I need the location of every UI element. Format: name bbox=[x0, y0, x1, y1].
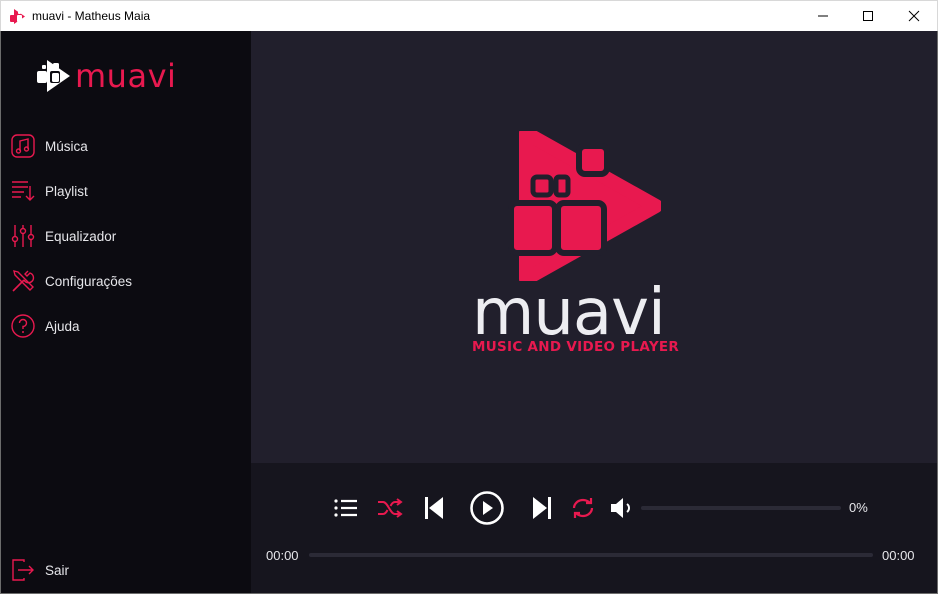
sidebar-item-label: Equalizador bbox=[45, 228, 117, 244]
time-total: 00:00 bbox=[882, 548, 915, 563]
logo-tagline: MUSIC AND VIDEO PLAYER bbox=[472, 339, 680, 355]
sidebar-item-configuracoes[interactable]: Configurações bbox=[10, 266, 245, 296]
sidebar-item-playlist[interactable]: Playlist bbox=[10, 176, 245, 206]
main-view: muavi MUSIC AND VIDEO PLAYER bbox=[251, 31, 937, 463]
title-bar: muavi - Matheus Maia bbox=[0, 0, 938, 31]
shuffle-button[interactable] bbox=[375, 493, 405, 523]
sidebar-item-ajuda[interactable]: Ajuda bbox=[10, 311, 245, 341]
equalizer-icon bbox=[10, 223, 36, 249]
volume-slider[interactable] bbox=[641, 506, 841, 510]
previous-button[interactable] bbox=[419, 493, 449, 523]
sidebar-item-label: Música bbox=[45, 138, 88, 154]
music-note-icon bbox=[10, 133, 36, 159]
brand-logo-icon bbox=[37, 60, 70, 92]
sidebar-item-equalizador[interactable]: Equalizador bbox=[10, 221, 245, 251]
next-button[interactable] bbox=[527, 493, 557, 523]
sidebar-item-label: Sair bbox=[45, 562, 70, 578]
minimize-icon bbox=[818, 15, 828, 17]
sidebar-item-label: Playlist bbox=[45, 183, 88, 199]
sidebar: muavi Música Playlist Equalizador Config… bbox=[1, 31, 251, 593]
brand-name: muavi bbox=[75, 57, 177, 95]
player-controls: 0% 00:00 00:00 bbox=[251, 463, 937, 593]
settings-tools-icon bbox=[10, 268, 36, 294]
sidebar-item-musica[interactable]: Música bbox=[10, 131, 245, 161]
playlist-icon bbox=[10, 178, 36, 204]
help-icon bbox=[10, 313, 36, 339]
logo-wordmark: muavi bbox=[472, 276, 666, 350]
repeat-button[interactable] bbox=[568, 493, 598, 523]
window-title: muavi - Matheus Maia bbox=[32, 9, 151, 23]
volume-percent: 0% bbox=[849, 500, 868, 515]
sidebar-item-label: Configurações bbox=[45, 273, 133, 289]
sidebar-item-sair[interactable]: Sair bbox=[10, 555, 245, 585]
playlist-toggle-button[interactable] bbox=[331, 493, 361, 523]
volume-button[interactable] bbox=[607, 493, 637, 523]
time-current: 00:00 bbox=[266, 548, 299, 563]
play-icon bbox=[470, 491, 504, 525]
brand: muavi bbox=[37, 56, 176, 96]
volume-icon bbox=[611, 498, 630, 518]
minimize-button[interactable] bbox=[800, 1, 846, 31]
next-icon bbox=[533, 497, 551, 519]
maximize-button[interactable] bbox=[845, 1, 891, 31]
list-icon bbox=[334, 499, 357, 517]
seek-bar[interactable] bbox=[309, 553, 873, 557]
exit-icon bbox=[10, 557, 36, 583]
shuffle-icon bbox=[378, 498, 403, 518]
previous-icon bbox=[425, 497, 443, 519]
sidebar-item-label: Ajuda bbox=[45, 318, 80, 334]
repeat-icon bbox=[572, 498, 594, 518]
close-icon bbox=[908, 10, 920, 22]
muavi-logo-icon bbox=[508, 131, 661, 281]
app-logo-icon bbox=[10, 9, 25, 24]
window-border-left bbox=[0, 31, 1, 594]
play-button[interactable] bbox=[468, 489, 506, 527]
close-button[interactable] bbox=[891, 1, 937, 31]
maximize-icon bbox=[863, 11, 873, 21]
